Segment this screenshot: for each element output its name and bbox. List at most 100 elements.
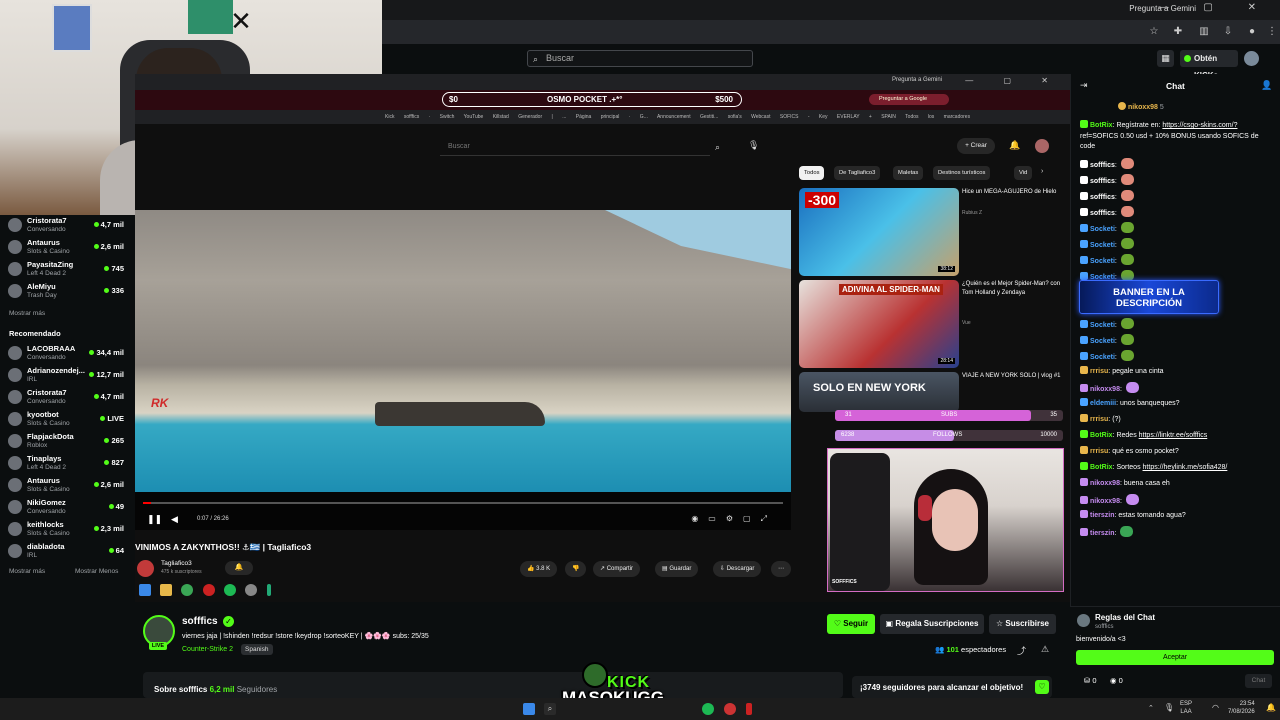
sidebar-channel[interactable]: Cristorata7 Conversando 4,7 mil [6, 215, 124, 237]
share-icon[interactable]: ⤴ [1017, 644, 1026, 657]
stream-video-player[interactable]: Pregunta a Gemini — ▢ ✕ $0 OSMO POCKET .… [135, 74, 1070, 602]
channel-name: Tinaplays [27, 454, 62, 463]
chat-message: Socketi: [1080, 318, 1276, 330]
badge-icon [1080, 384, 1088, 392]
chat-username[interactable]: Socketi [1090, 322, 1115, 329]
channel-name[interactable]: sofffics [182, 616, 218, 627]
send-chat-button[interactable]: Chat [1245, 674, 1272, 688]
chat-text: Redes [1116, 432, 1139, 439]
chat-message: code [1080, 142, 1276, 151]
windows-taskbar: ⌕ ⌃ 🎙 ◠ 🔔 [0, 698, 1280, 720]
show-less-link[interactable]: Mostrar Menos [75, 568, 118, 575]
chat-username[interactable]: BotRix [1090, 122, 1113, 129]
tray-chevron-icon[interactable]: ⌃ [1148, 704, 1154, 712]
sidebar-channel[interactable]: PayasitaZing Left 4 Dead 2 745 [6, 259, 124, 281]
sidebar-channel[interactable]: LACOBRAAA Conversando 34,4 mil [6, 343, 124, 365]
extensions-icon[interactable]: ✚ [1172, 26, 1184, 38]
search-input[interactable]: ⌕ Buscar [527, 50, 753, 67]
get-kicks-button[interactable]: Obtén KICKs [1180, 50, 1238, 80]
chat-username[interactable]: rrrisu [1090, 368, 1108, 375]
sidebar-channel[interactable]: diabladota IRL 64 [6, 541, 124, 563]
chat-message: BotRix: Redes https://linktr.ee/sofffics [1080, 430, 1276, 440]
emote-icon [1120, 158, 1134, 169]
badge-icon [1080, 336, 1088, 344]
chat-username[interactable]: tierszin [1090, 530, 1115, 537]
chat-username[interactable]: sofffics [1090, 194, 1115, 201]
search-icon[interactable]: ⌕ [544, 703, 556, 715]
chat-username[interactable]: rrrisu [1090, 448, 1108, 455]
sidepanel-icon[interactable]: ▥ [1198, 26, 1210, 38]
sidebar-channel[interactable]: Adrianozendej... IRL 12,7 mil [6, 365, 124, 387]
gift-subs-button[interactable]: ▣ Regala Suscripciones [880, 614, 984, 634]
chat-username[interactable]: sofffics [1090, 178, 1115, 185]
chat-link[interactable]: https://csgo-skins.com/? [1162, 122, 1237, 129]
avatar [8, 262, 22, 276]
sidebar-channel[interactable]: Cristorata7 Conversando 4,7 mil [6, 387, 124, 409]
subs-goal-fill [835, 410, 1032, 421]
sidebar-channel[interactable]: AleMiyu Trash Day 336 [6, 281, 124, 303]
chat-username[interactable]: Socketi [1090, 242, 1115, 249]
pin-icon[interactable] [746, 703, 752, 715]
chat-username[interactable]: Socketi [1090, 226, 1115, 233]
stream-category[interactable]: Counter-Strike 2 [182, 646, 233, 653]
grid-icon[interactable]: ▦ [1157, 50, 1174, 67]
menu-icon[interactable]: ⋮ [1266, 26, 1278, 38]
chat-username[interactable]: BotRix [1090, 464, 1113, 471]
windows-start-icon[interactable] [523, 703, 535, 715]
chat-username[interactable]: nikoxx98 [1090, 386, 1120, 393]
chat-username[interactable]: rrrisu [1090, 416, 1108, 423]
badge-icon [1080, 496, 1088, 504]
avatar [8, 346, 22, 360]
chat-users-icon[interactable]: 👤 [1261, 80, 1272, 91]
channel-category: Slots & Casino [27, 248, 70, 255]
chat-username[interactable]: nikoxx98 [1090, 498, 1120, 505]
accept-rules-button[interactable]: Aceptar [1076, 650, 1274, 665]
heart-icon[interactable]: ♡ [1035, 680, 1049, 694]
chat-username[interactable]: nikoxx98 [1090, 480, 1120, 487]
chat-username[interactable]: eldemiii [1090, 400, 1116, 407]
wifi-icon[interactable]: ◠ [1212, 703, 1219, 712]
notification-icon[interactable]: 🔔 [1266, 703, 1276, 712]
chat-message: sofffics: [1080, 206, 1276, 218]
sidebar-channel[interactable]: keithlocks Slots & Casino 2,3 mil [6, 519, 124, 541]
report-icon[interactable]: ⚠ [1041, 644, 1049, 655]
chat-username[interactable]: tierszin [1090, 512, 1115, 519]
points-balance[interactable]: ◉ 0 [1110, 676, 1123, 685]
user-avatar[interactable] [1244, 51, 1259, 66]
chat-title: Chat [1166, 81, 1185, 91]
download-icon[interactable]: ⇩ [1222, 26, 1234, 38]
sidebar-channel[interactable]: FlapjackDota Roblox 265 [6, 431, 124, 453]
sidebar-channel[interactable]: Antaurus Slots & Casino 2,6 mil [6, 475, 124, 497]
spotify-icon[interactable] [702, 703, 714, 715]
chat-username[interactable]: BotRix [1090, 432, 1113, 439]
chat-username[interactable]: Socketi [1090, 354, 1115, 361]
mic-icon[interactable]: 🎙 [1164, 703, 1174, 712]
collapse-chat-icon[interactable]: ⇥ [1080, 80, 1088, 91]
app-icon[interactable] [724, 703, 736, 715]
follow-button[interactable]: ♡ Seguir [827, 614, 875, 634]
chat-message: nikoxx98: buena casa eh [1080, 478, 1276, 488]
chat-username[interactable]: Socketi [1090, 338, 1115, 345]
sidebar-channel[interactable]: kyootbot Slots & Casino LIVE [6, 409, 124, 431]
chat-username[interactable]: Socketi [1090, 258, 1115, 265]
input-language[interactable]: ESP LAA [1180, 700, 1192, 716]
system-clock[interactable]: 23:54 7/08/2026 [1228, 700, 1255, 716]
chat-link[interactable]: https://heylink.me/sofia428/ [1143, 464, 1228, 471]
show-more-link[interactable]: Mostrar más [9, 310, 45, 317]
profile-icon[interactable]: ● [1246, 26, 1258, 38]
window-controls[interactable]: — ▢ ✕ [1159, 2, 1272, 13]
kicks-balance[interactable]: ⛁ 0 [1084, 676, 1097, 685]
sidebar-channel[interactable]: Antaurus Slots & Casino 2,6 mil [6, 237, 124, 259]
chat-username[interactable]: sofffics [1090, 162, 1115, 169]
star-icon[interactable]: ☆ [1148, 26, 1160, 38]
viewer-count: 827 [104, 458, 124, 467]
language-tag[interactable]: Spanish [241, 644, 273, 655]
sidebar-channel[interactable]: Tinaplays Left 4 Dead 2 827 [6, 453, 124, 475]
subscribe-button[interactable]: ☆ Suscribirse [989, 614, 1056, 634]
sidebar-channel[interactable]: NikiGomez Conversando 49 [6, 497, 124, 519]
dislike-icon: 👎 [565, 561, 587, 577]
chat-link[interactable]: https://linktr.ee/sofffics [1139, 432, 1208, 439]
recommended-heading: Recomendado [9, 329, 61, 338]
chat-username[interactable]: sofffics [1090, 210, 1115, 217]
show-more-link[interactable]: Mostrar más [9, 568, 45, 575]
